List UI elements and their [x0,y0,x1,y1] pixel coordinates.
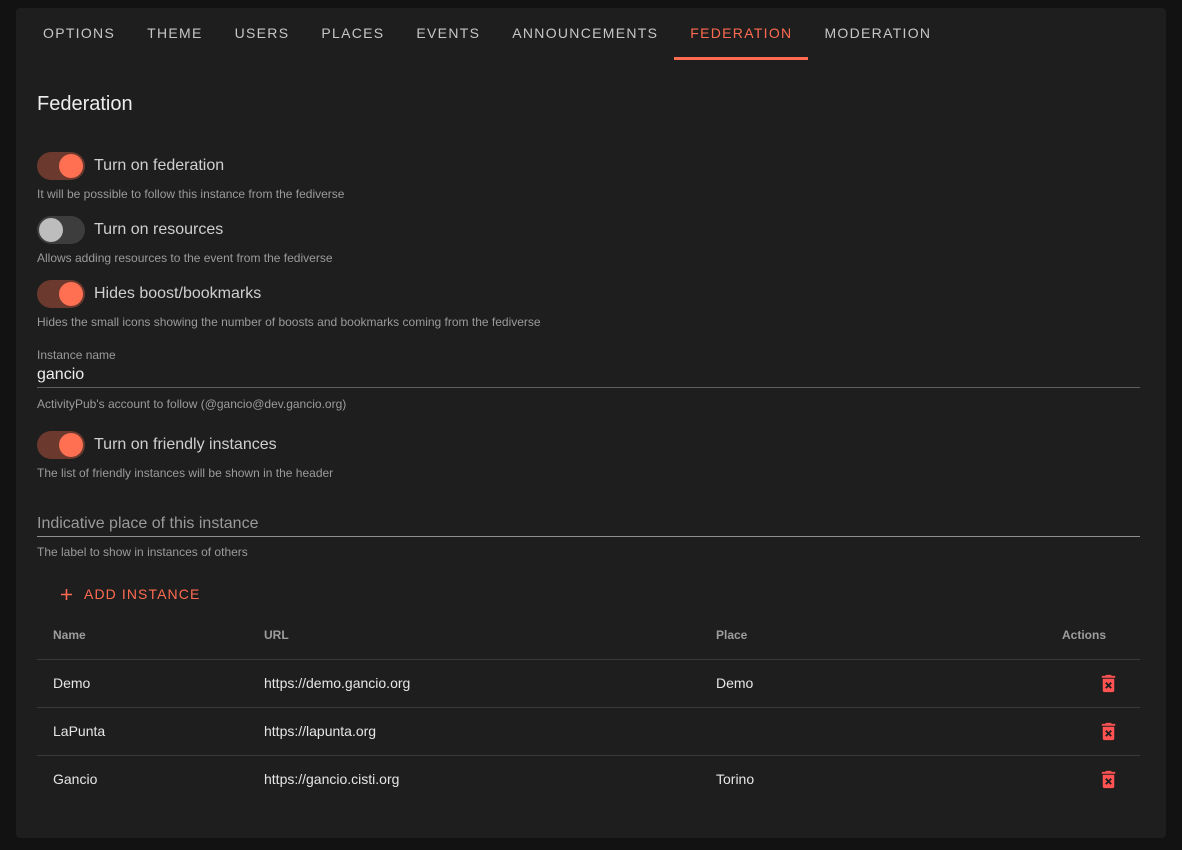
instance-actions-cell [1046,755,1140,803]
hide-boosts-toggle[interactable] [37,280,85,308]
admin-settings-card: OPTIONS THEME USERS PLACES EVENTS ANNOUN… [16,8,1166,838]
table-row: LaPunta https://lapunta.org [37,707,1140,755]
instance-actions-cell [1046,659,1140,707]
instance-place-field-block: The label to show in instances of others [37,512,1140,560]
instance-url-cell: https://demo.gancio.org [248,659,700,707]
table-header-row: Name URL Place Actions [37,612,1140,659]
tab-users[interactable]: USERS [219,8,306,60]
plus-icon [57,585,76,604]
federation-settings-panel: Federation Turn on federation It will be… [16,90,1166,803]
instance-name-cell: Demo [37,659,248,707]
header-actions: Actions [1046,612,1140,659]
delete-instance-button[interactable] [1094,717,1122,745]
instance-name-field-block: Instance name ActivityPub's account to f… [37,347,1140,412]
friendly-instances-toggle[interactable] [37,431,85,459]
instance-place-hint: The label to show in instances of others [37,544,1140,560]
instance-name-label: Instance name [37,347,1140,363]
instance-actions-cell [1046,707,1140,755]
delete-instance-button[interactable] [1094,765,1122,793]
instance-name-cell: Gancio [37,755,248,803]
tab-moderation[interactable]: MODERATION [808,8,947,60]
tab-announcements[interactable]: ANNOUNCEMENTS [496,8,674,60]
instance-name-hint: ActivityPub's account to follow (@gancio… [37,396,1140,412]
instance-place-cell: Torino [700,755,1046,803]
trash-delete-forever-icon [1097,720,1120,743]
tab-federation[interactable]: FEDERATION [674,8,808,60]
trash-delete-forever-icon [1097,672,1120,695]
trash-delete-forever-icon [1097,768,1120,791]
federation-toggle-block: Turn on federation It will be possible t… [37,152,1140,202]
header-place: Place [700,612,1046,659]
instance-name-input[interactable] [37,363,1140,388]
instance-url-cell: https://lapunta.org [248,707,700,755]
hide-boosts-toggle-block: Hides boost/bookmarks Hides the small ic… [37,280,1140,330]
instance-place-input[interactable] [37,512,1140,537]
add-instance-button[interactable]: ADD INSTANCE [45,576,212,612]
page-title: Federation [37,90,1140,118]
admin-tab-bar: OPTIONS THEME USERS PLACES EVENTS ANNOUN… [16,8,1166,60]
resources-toggle-label[interactable]: Turn on resources [94,221,223,239]
toggle-thumb [59,154,83,178]
tab-events[interactable]: EVENTS [400,8,496,60]
table-row: Demo https://demo.gancio.org Demo [37,659,1140,707]
toggle-thumb [39,218,63,242]
friendly-instances-toggle-label[interactable]: Turn on friendly instances [94,436,277,454]
instance-place-cell [700,707,1046,755]
hide-boosts-toggle-label[interactable]: Hides boost/bookmarks [94,285,261,303]
resources-toggle-hint: Allows adding resources to the event fro… [37,250,1140,266]
federation-toggle[interactable] [37,152,85,180]
friendly-instances-toggle-block: Turn on friendly instances The list of f… [37,431,1140,481]
hide-boosts-toggle-hint: Hides the small icons showing the number… [37,314,1140,330]
friendly-instances-table: Name URL Place Actions Demo https://demo… [37,612,1140,803]
tab-places[interactable]: PLACES [305,8,400,60]
add-instance-button-label: ADD INSTANCE [84,586,200,602]
friendly-instances-toggle-hint: The list of friendly instances will be s… [37,465,1140,481]
header-name: Name [37,612,248,659]
federation-toggle-label[interactable]: Turn on federation [94,157,224,175]
delete-instance-button[interactable] [1094,669,1122,697]
toggle-thumb [59,433,83,457]
instance-place-cell: Demo [700,659,1046,707]
resources-toggle[interactable] [37,216,85,244]
tab-options[interactable]: OPTIONS [27,8,131,60]
instance-url-cell: https://gancio.cisti.org [248,755,700,803]
table-row: Gancio https://gancio.cisti.org Torino [37,755,1140,803]
instance-name-cell: LaPunta [37,707,248,755]
tab-theme[interactable]: THEME [131,8,219,60]
federation-toggle-hint: It will be possible to follow this insta… [37,186,1140,202]
toggle-thumb [59,282,83,306]
resources-toggle-block: Turn on resources Allows adding resource… [37,216,1140,266]
header-url: URL [248,612,700,659]
